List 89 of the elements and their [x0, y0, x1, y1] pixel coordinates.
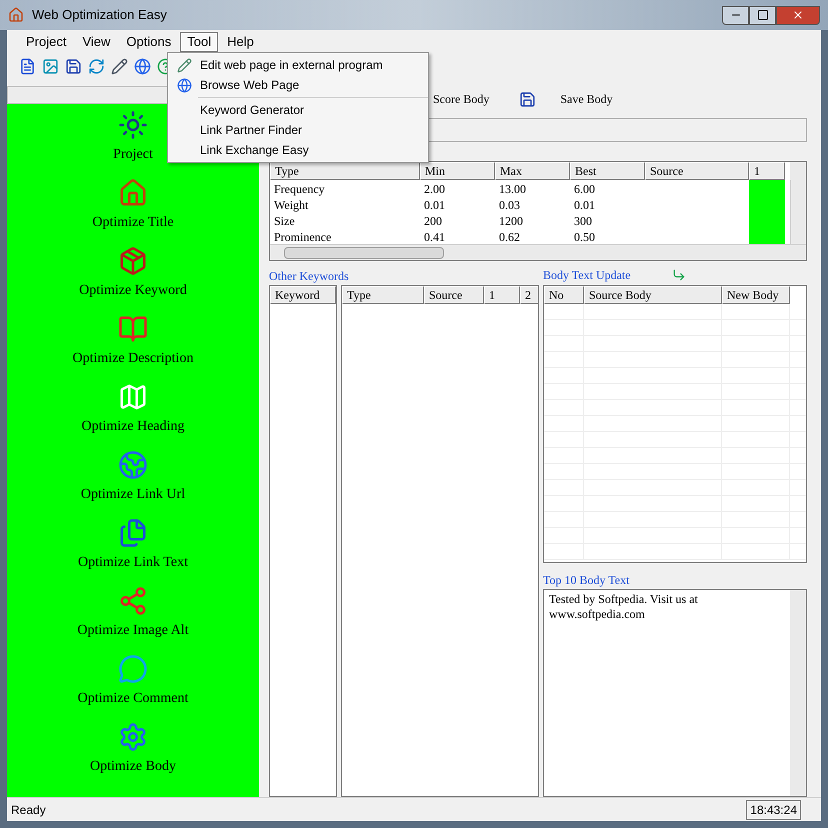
column-header[interactable]: Source — [424, 286, 484, 304]
save-icon[interactable] — [519, 90, 536, 108]
box-icon[interactable] — [118, 246, 148, 276]
scrollbar[interactable] — [270, 244, 806, 260]
score-body-button[interactable]: Score Body — [433, 90, 490, 108]
menu-item[interactable]: View — [75, 32, 118, 52]
menu-option[interactable]: Link Partner Finder — [168, 120, 428, 140]
maximize-icon — [756, 9, 768, 21]
sunburst-icon[interactable] — [118, 110, 148, 140]
column-header[interactable]: Type — [270, 162, 420, 180]
book-icon[interactable] — [118, 314, 148, 344]
navigation-item[interactable]: Optimize Body — [90, 756, 176, 777]
body-text: Tested by Softpedia. Visit us at www.softpedia.com — [548, 591, 699, 623]
table-cell-text: Weight — [273, 197, 310, 212]
picture-icon[interactable] — [42, 58, 59, 74]
table-cell-text: Prominence — [273, 229, 332, 244]
table-cell-text: 0.01 — [423, 197, 446, 212]
network-icon[interactable] — [118, 586, 148, 616]
navigation-item[interactable]: Project — [113, 144, 153, 165]
table-cell-text: 0.01 — [573, 197, 596, 212]
gear-icon[interactable] — [118, 722, 148, 752]
navigation-item[interactable]: Optimize Link Text — [78, 552, 188, 573]
navigation-item[interactable]: Optimize Title — [92, 212, 174, 233]
menu-option[interactable]: Keyword Generator — [168, 100, 428, 120]
navigation-item[interactable]: Optimize Heading — [81, 416, 185, 437]
column-header[interactable]: Min — [420, 162, 495, 180]
menu-option[interactable]: Edit web page in external program — [168, 55, 428, 75]
pencil-icon — [176, 58, 192, 72]
close-icon — [792, 9, 804, 21]
maximize-button[interactable] — [749, 6, 776, 24]
globe-icon[interactable] — [118, 450, 148, 480]
close-button[interactable] — [776, 6, 820, 24]
table-cell-text: 0.50 — [573, 229, 596, 244]
table-cell-text: 0.62 — [498, 229, 521, 244]
column-header[interactable]: Max — [495, 162, 570, 180]
scroll-thumb[interactable] — [284, 246, 444, 258]
menu-option[interactable]: Link Exchange Easy — [168, 140, 428, 160]
document-icon[interactable] — [19, 58, 36, 74]
column-header[interactable]: New Body — [722, 286, 790, 304]
navigation-item[interactable]: Optimize Comment — [78, 688, 188, 709]
house-icon[interactable] — [118, 178, 148, 208]
pencil-icon[interactable] — [111, 58, 128, 74]
scrollbar[interactable] — [790, 180, 806, 244]
column-header[interactable]: 1 — [484, 286, 520, 304]
globe-icon[interactable] — [134, 58, 151, 74]
status-text: Ready — [11, 802, 46, 818]
globe-icon — [176, 78, 192, 92]
minimize-button[interactable] — [722, 6, 749, 24]
clock: 18:43:24 — [746, 800, 801, 820]
window-title: Web Optimization Easy — [32, 6, 167, 24]
table-cell-text: 0.41 — [423, 229, 446, 244]
table-cell-text: 2.00 — [423, 181, 446, 196]
app-icon — [8, 7, 24, 23]
column-header[interactable]: 2 — [520, 286, 538, 304]
column-header[interactable]: Type — [342, 286, 424, 304]
scrollbar[interactable] — [790, 162, 806, 180]
menu-item[interactable]: Project — [19, 32, 74, 52]
section-title: Body Text Update — [543, 267, 631, 284]
section-title: Other Keywords — [269, 268, 350, 283]
text-area[interactable]: Tested by Softpedia. Visit us at www.softpedia.com — [543, 589, 807, 797]
navigation-item[interactable]: Optimize Description — [72, 348, 194, 369]
column-header[interactable]: Keyword — [270, 286, 336, 304]
column-header[interactable]: No — [544, 286, 584, 304]
document-icon[interactable] — [118, 518, 148, 548]
table-cell-text: 200 — [423, 213, 443, 228]
menu-option[interactable]: Browse Web Page — [168, 75, 428, 95]
navigation-item[interactable]: Optimize Keyword — [79, 280, 187, 301]
section-title: Top 10 Body Text — [543, 572, 630, 587]
speech-bubble-icon[interactable] — [118, 654, 148, 684]
table-cell-text: 300 — [573, 213, 593, 228]
navigation-item[interactable]: Optimize Image Alt — [77, 620, 189, 641]
refresh-icon[interactable] — [88, 58, 105, 74]
menu-item[interactable]: Help — [220, 32, 261, 52]
save-icon[interactable] — [65, 58, 82, 74]
scrollbar[interactable] — [790, 590, 806, 796]
navigation-item[interactable]: Optimize Link Url — [80, 484, 186, 505]
column-header[interactable]: 1 — [749, 162, 785, 180]
menu-item[interactable]: Options — [119, 32, 178, 52]
column-header[interactable]: Source — [645, 162, 749, 180]
column-header[interactable]: Source Body — [584, 286, 722, 304]
table-cell-text: 0.03 — [498, 197, 521, 212]
table-cell-text: Frequency — [273, 181, 326, 196]
menu-item[interactable]: Tool — [180, 32, 218, 52]
save-body-button[interactable]: Save Body — [560, 90, 613, 108]
table-cell-text: Size — [273, 213, 296, 228]
table-cell-text: 13.00 — [498, 181, 527, 196]
column-header[interactable]: Best — [570, 162, 645, 180]
table-cell-text: 6.00 — [573, 181, 596, 196]
table-cell-text: 1200 — [498, 213, 524, 228]
